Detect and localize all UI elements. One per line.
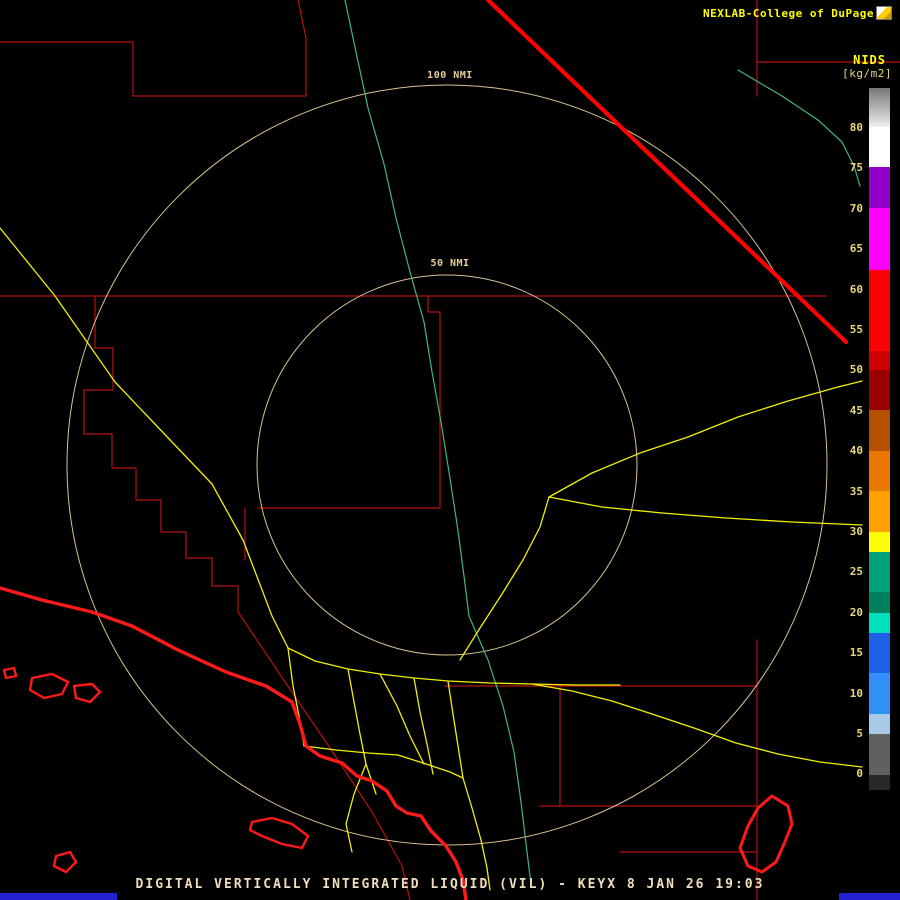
colorbar-segment: [869, 410, 890, 451]
colorbar-segment: [869, 613, 890, 633]
colorbar-segment: [869, 734, 890, 775]
colorbar-segment: [869, 673, 890, 714]
colorbar-segment: [869, 88, 890, 127]
bottom-left-strip: [0, 893, 117, 900]
map-canvas: [0, 0, 900, 900]
brand-text: NEXLAB-College of DuPage: [703, 7, 874, 20]
bottom-right-strip: [839, 893, 900, 900]
lake-outline: [740, 796, 792, 872]
cod-logo-icon: [876, 6, 892, 20]
product-caption: DIGITAL VERTICALLY INTEGRATED LIQUID (VI…: [0, 877, 900, 892]
colorbar: [869, 88, 890, 790]
colorbar-segment: [869, 491, 890, 532]
colorbar-segment: [869, 775, 890, 790]
rivers: [345, 0, 860, 884]
inner-range-ring-label: 50 NMI: [426, 258, 473, 269]
colorbar-segment: [869, 370, 890, 410]
colorbar-segment: [869, 127, 890, 167]
colorbar-segment: [869, 208, 890, 248]
colorbar-unit: [kg/m2]: [842, 67, 892, 80]
colorbar-title: NIDS: [853, 53, 886, 67]
highways: [0, 228, 862, 890]
radar-display: 100 NMI 50 NMI NEXLAB-College of DuPage …: [0, 0, 900, 900]
colorbar-segment: [869, 714, 890, 734]
county-borders: [0, 0, 900, 900]
colorbar-segment: [869, 552, 890, 592]
colorbar-segment: [869, 532, 890, 552]
colorbar-segment: [869, 248, 890, 270]
range-rings: [67, 85, 827, 845]
colorbar-segment: [869, 592, 890, 613]
colorbar-segment: [869, 351, 890, 370]
colorbar-segment: [869, 329, 890, 351]
colorbar-segment: [869, 167, 890, 208]
state-border: [488, 0, 846, 342]
islands: [4, 668, 308, 872]
outer-range-ring-label: 100 NMI: [423, 70, 477, 81]
colorbar-segment: [869, 633, 890, 673]
colorbar-segment: [869, 270, 890, 329]
colorbar-segment: [869, 451, 890, 491]
